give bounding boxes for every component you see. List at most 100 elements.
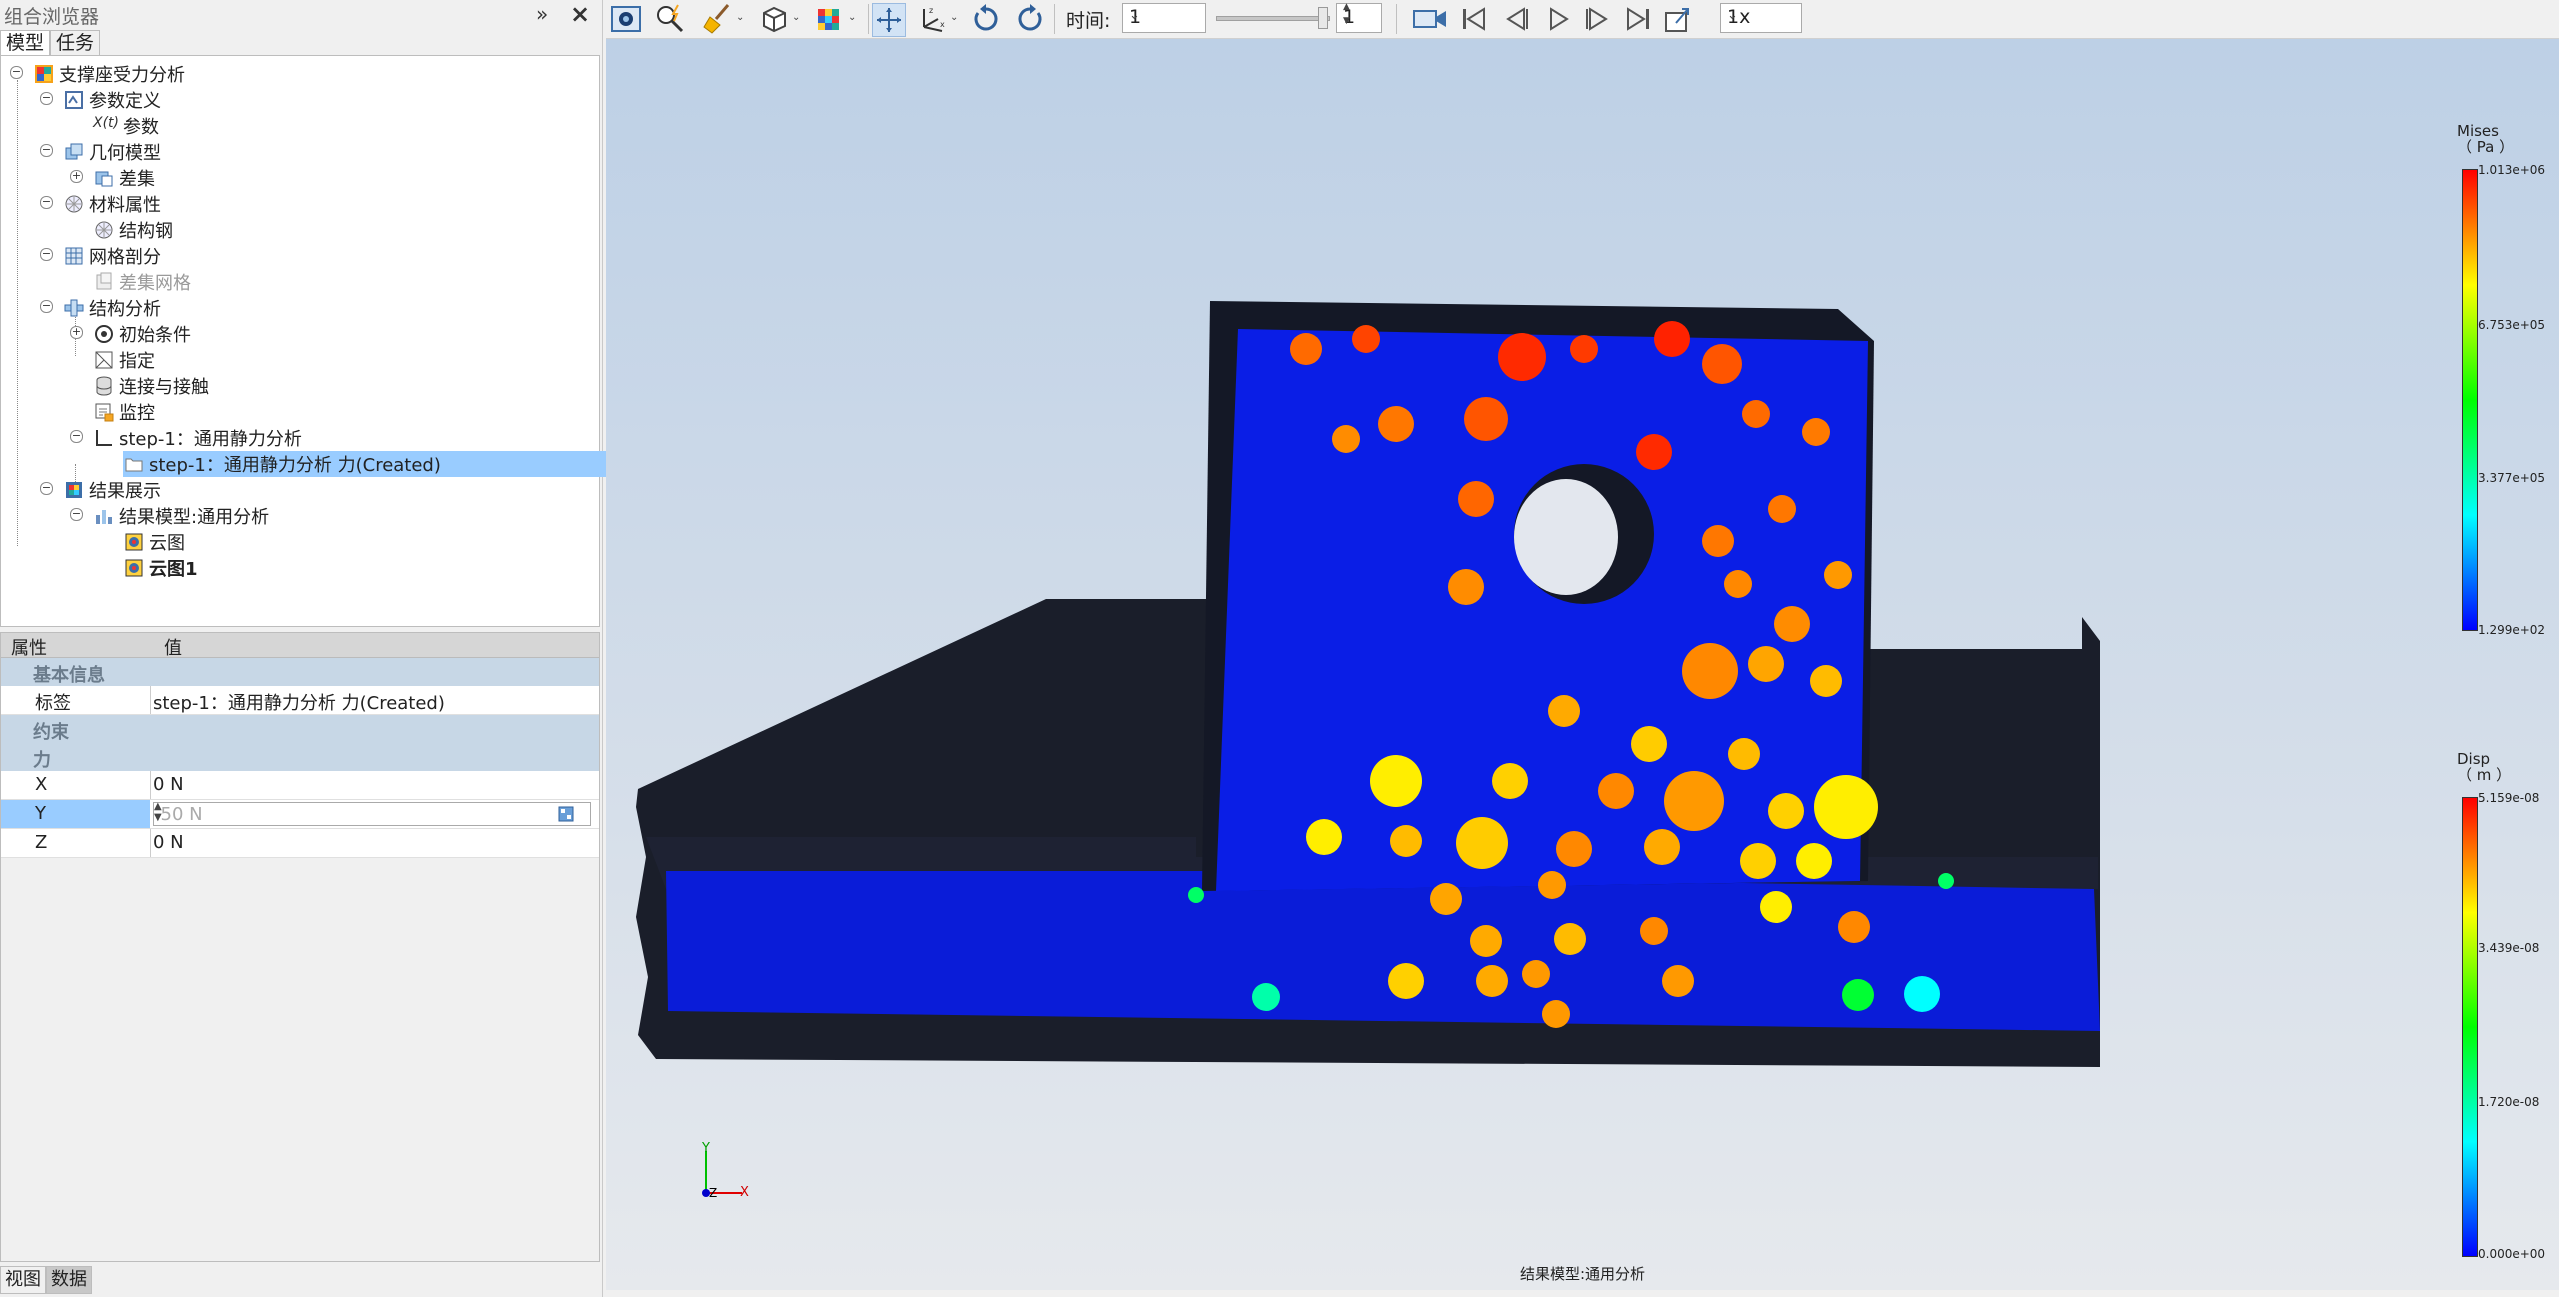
tree-label: 初始条件 bbox=[119, 325, 191, 346]
chevron-down-icon[interactable]: ⌄ bbox=[950, 12, 958, 23]
cube-view-icon[interactable] bbox=[758, 3, 790, 35]
collapse-root[interactable]: − bbox=[10, 66, 23, 79]
group-basic[interactable]: 基本信息 bbox=[1, 658, 599, 686]
disp-label-min: 0.000e+00 bbox=[2478, 1247, 2546, 1261]
tree-item-monitor[interactable]: 监控 bbox=[93, 399, 155, 425]
tab-task[interactable]: 任务 bbox=[50, 30, 101, 55]
svg-text:x: x bbox=[940, 20, 945, 29]
prop-row-x[interactable]: X 0 N bbox=[1, 771, 599, 800]
zoom-lightning-icon[interactable] bbox=[654, 3, 686, 35]
chevron-down-icon[interactable]: ⌄ bbox=[736, 12, 744, 23]
tree-label: 差集 bbox=[119, 169, 155, 190]
tree-item-material[interactable]: 材料属性 bbox=[63, 191, 161, 217]
mises-legend-name: Mises bbox=[2457, 122, 2499, 140]
spin-down-icon[interactable]: ▼ bbox=[1343, 16, 1376, 26]
rotate-right-icon[interactable] bbox=[1014, 3, 1046, 35]
tab-model[interactable]: 模型 bbox=[0, 30, 51, 55]
base-front-face bbox=[666, 871, 2100, 1031]
tab-data[interactable]: 数据 bbox=[46, 1266, 92, 1294]
tree-label: step-1：通用静力分析 力(Created) bbox=[149, 455, 441, 476]
tree-item-diff-mesh[interactable]: 差集网格 bbox=[93, 269, 191, 295]
tree-item-mesh[interactable]: 网格剖分 bbox=[63, 243, 161, 269]
tree-item-param[interactable]: X(t) 参数 bbox=[93, 113, 159, 139]
tree-item-geometry[interactable]: 几何模型 bbox=[63, 139, 161, 165]
time-slider-handle[interactable] bbox=[1318, 7, 1328, 29]
next-frame-icon[interactable] bbox=[1582, 3, 1614, 35]
tree-line bbox=[17, 80, 18, 546]
collapse-param-def[interactable]: − bbox=[40, 92, 53, 105]
collapse-material[interactable]: − bbox=[40, 196, 53, 209]
tab-view[interactable]: 视图 bbox=[0, 1266, 46, 1294]
chevron-down-icon[interactable]: ⌄ bbox=[848, 12, 856, 23]
tree-item-results[interactable]: 结果展示 bbox=[63, 477, 161, 503]
y-force-input[interactable]: -50 N ▲ ▼ bbox=[153, 801, 591, 826]
axes-icon[interactable]: zx bbox=[916, 3, 948, 35]
fit-view-icon[interactable] bbox=[872, 3, 906, 37]
tree-item-diff[interactable]: 差集 bbox=[93, 165, 155, 191]
prop-row-y[interactable]: Y -50 N ▲ ▼ bbox=[1, 800, 599, 829]
tree-item-initial[interactable]: 初始条件 bbox=[93, 321, 191, 347]
export-icon[interactable] bbox=[1662, 3, 1694, 35]
spin-up-icon[interactable]: ▲ bbox=[1343, 2, 1376, 12]
hole-opening bbox=[1514, 479, 1618, 595]
group-force[interactable]: 力 bbox=[1, 743, 599, 771]
camera-record-icon[interactable] bbox=[1412, 3, 1450, 35]
collapse-result-model[interactable]: − bbox=[70, 508, 83, 521]
mises-label-2: 6.753e+05 bbox=[2478, 318, 2546, 332]
collapse-struct[interactable]: − bbox=[40, 300, 53, 313]
tree-label: 差集网格 bbox=[119, 273, 191, 294]
chevron-down-icon[interactable]: ⌄ bbox=[792, 12, 800, 23]
expand-diff[interactable]: + bbox=[70, 170, 83, 183]
expand-initial[interactable]: + bbox=[70, 326, 83, 339]
color-cube-icon[interactable] bbox=[814, 3, 846, 35]
double-chevron-right-icon[interactable]: » bbox=[536, 2, 548, 26]
tree-item-contour[interactable]: 云图 bbox=[123, 529, 185, 555]
toolbar-separator bbox=[1396, 4, 1397, 34]
svg-text:z: z bbox=[929, 6, 933, 15]
last-frame-icon[interactable] bbox=[1622, 3, 1654, 35]
viewer-toolbar: ⌄ ⌄ ⌄ zx ⌄ 时间: 1 ⌄ 1 ▲ ▼ 1x ⌄ bbox=[606, 0, 2559, 39]
time-slider[interactable] bbox=[1216, 16, 1330, 21]
collapse-mesh[interactable]: − bbox=[40, 248, 53, 261]
prop-row-z[interactable]: Z 0 N bbox=[1, 829, 599, 858]
first-frame-icon[interactable] bbox=[1458, 3, 1490, 35]
tree-label: step-1：通用静力分析 bbox=[119, 429, 302, 450]
play-icon[interactable] bbox=[1542, 3, 1574, 35]
tree-label: 参数 bbox=[123, 117, 159, 138]
3d-viewport[interactable]: Y X Z 结果模型:通用分析 Mises （ Pa ） 1.013e+06 6… bbox=[606, 39, 2559, 1290]
tree-item-param-def[interactable]: 参数定义 bbox=[63, 87, 161, 113]
prop-key: Y bbox=[35, 803, 46, 824]
tree-item-result-model[interactable]: 结果模型:通用分析 bbox=[93, 503, 269, 529]
collapse-geometry[interactable]: − bbox=[40, 144, 53, 157]
screenshot-icon[interactable] bbox=[610, 3, 642, 35]
disp-legend-unit: （ m ） bbox=[2457, 766, 2512, 784]
collapse-step[interactable]: − bbox=[70, 430, 83, 443]
time-select[interactable]: 1 ⌄ bbox=[1122, 3, 1206, 33]
frame-spinbox[interactable]: 1 ▲ ▼ bbox=[1336, 2, 1382, 33]
axis-z-label: Z bbox=[709, 1186, 718, 1200]
tree-item-steel[interactable]: 结构钢 bbox=[93, 217, 173, 243]
tree-item-assign[interactable]: 指定 bbox=[93, 347, 155, 373]
spin-up-icon[interactable]: ▲ bbox=[154, 801, 588, 812]
tree-label: 网格剖分 bbox=[89, 247, 161, 268]
selected-key-bg bbox=[1, 800, 150, 828]
spin-down-icon[interactable]: ▼ bbox=[154, 812, 588, 823]
tree-item-struct[interactable]: 结构分析 bbox=[63, 295, 161, 321]
speed-select[interactable]: 1x ⌄ bbox=[1720, 3, 1802, 33]
prop-row-label[interactable]: 标签 step-1：通用静力分析 力(Created) bbox=[1, 686, 599, 715]
rotate-left-icon[interactable] bbox=[970, 3, 1002, 35]
tree-label: 监控 bbox=[119, 403, 155, 424]
collapse-results[interactable]: − bbox=[40, 482, 53, 495]
group-constraint[interactable]: 约束 bbox=[1, 715, 599, 743]
fem-model-render[interactable] bbox=[606, 39, 2559, 1290]
tree-label: 结构钢 bbox=[119, 221, 173, 242]
close-icon[interactable]: × bbox=[570, 0, 590, 28]
tree-item-step[interactable]: step-1：通用静力分析 bbox=[93, 425, 302, 451]
broom-icon[interactable] bbox=[702, 3, 734, 35]
prop-value: 0 N bbox=[153, 774, 184, 795]
prev-frame-icon[interactable] bbox=[1500, 3, 1532, 35]
tree-item-contour1[interactable]: 云图1 bbox=[123, 555, 198, 581]
tree-item-root[interactable]: 支撑座受力分析 bbox=[33, 61, 185, 87]
database-icon bbox=[96, 376, 112, 396]
tree-item-connection[interactable]: 连接与接触 bbox=[93, 373, 209, 399]
